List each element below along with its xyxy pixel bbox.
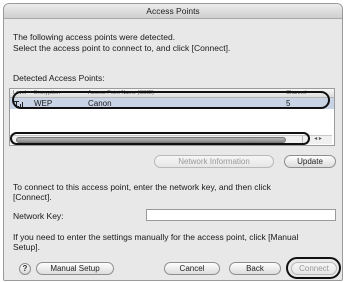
network-key-field[interactable] bbox=[146, 209, 336, 221]
highlight-ring-row bbox=[12, 91, 330, 109]
help-button[interactable]: ? bbox=[19, 263, 31, 275]
key-instructions-line-1: To connect to this access point, enter t… bbox=[13, 182, 271, 192]
manual-note-line-2: Setup]. bbox=[13, 242, 40, 252]
update-button[interactable]: Update bbox=[284, 155, 336, 168]
highlight-ring-scrollbar bbox=[10, 132, 310, 145]
intro-line-2: Select the access point to connect to, a… bbox=[13, 43, 231, 53]
key-instructions-line-2: [Connect]. bbox=[13, 192, 52, 202]
manual-note-line-1: If you need to enter the settings manual… bbox=[13, 232, 299, 242]
cancel-button[interactable]: Cancel bbox=[164, 262, 220, 275]
network-information-button[interactable]: Network Information bbox=[154, 155, 274, 168]
back-button[interactable]: Back bbox=[229, 262, 281, 275]
window-title: Access Points bbox=[4, 4, 342, 19]
network-key-label: Network Key: bbox=[13, 211, 64, 221]
intro-line-1: The following access points were detecte… bbox=[13, 32, 176, 42]
highlight-ring-connect bbox=[286, 257, 341, 279]
detected-access-points-label: Detected Access Points: bbox=[13, 73, 105, 83]
manual-setup-button[interactable]: Manual Setup bbox=[36, 262, 114, 275]
